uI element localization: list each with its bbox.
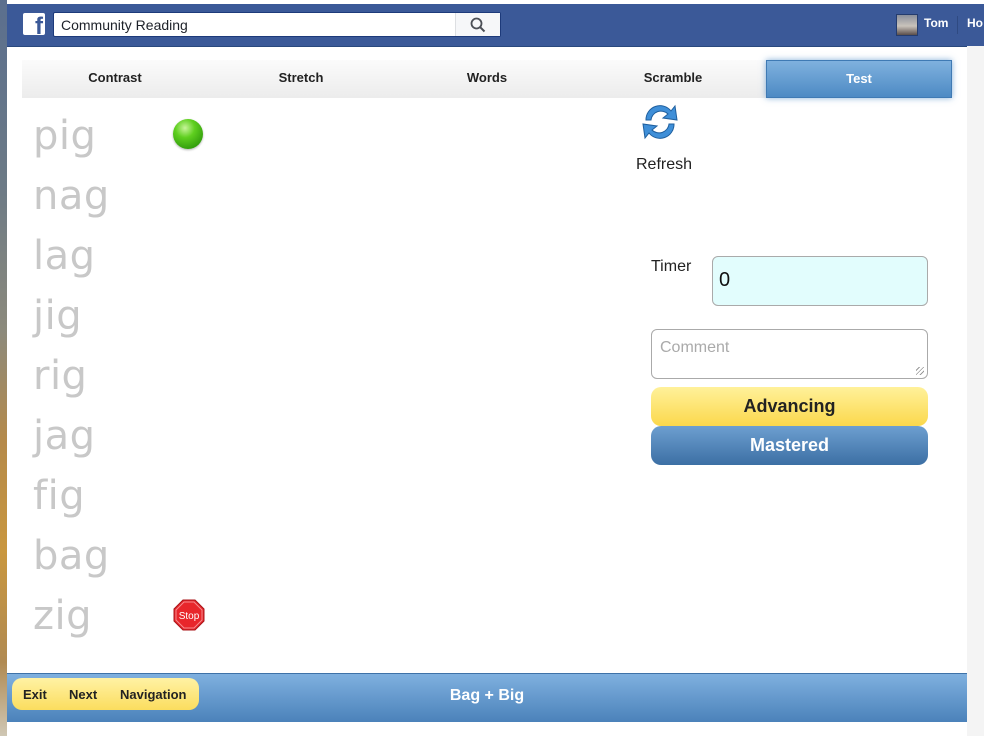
facebook-header: f Community Reading Tom Ho bbox=[7, 4, 984, 47]
stop-label: Stop bbox=[179, 611, 200, 622]
lesson-title: Bag + Big bbox=[449, 687, 525, 704]
tab-stretch[interactable]: Stretch bbox=[208, 60, 394, 98]
desktop-edge bbox=[0, 0, 7, 736]
resize-grip-icon[interactable] bbox=[916, 367, 924, 375]
comment-placeholder: Comment bbox=[660, 339, 730, 356]
refresh-label[interactable]: Refresh bbox=[636, 156, 692, 174]
timer-field[interactable]: 0 bbox=[712, 256, 928, 306]
avatar[interactable] bbox=[896, 14, 918, 36]
comment-field[interactable]: Comment bbox=[651, 329, 928, 379]
refresh-icon[interactable] bbox=[638, 100, 682, 144]
tab-test[interactable]: Test bbox=[766, 60, 952, 98]
word-item[interactable]: fig bbox=[33, 473, 85, 519]
green-circle-icon bbox=[173, 119, 203, 149]
profile-link[interactable]: Tom bbox=[924, 16, 948, 30]
facebook-logo-icon[interactable]: f bbox=[23, 13, 45, 35]
search-box[interactable]: Community Reading bbox=[53, 12, 501, 37]
word-item[interactable]: jag bbox=[33, 413, 96, 459]
search-button[interactable] bbox=[455, 13, 500, 36]
timer-label: Timer bbox=[651, 258, 692, 275]
word-item[interactable]: pig bbox=[33, 113, 96, 159]
mode-tabs: Contrast Stretch Words Scramble Test bbox=[22, 60, 952, 98]
home-link[interactable]: Ho bbox=[967, 16, 983, 30]
word-item[interactable]: jig bbox=[33, 293, 82, 339]
word-item[interactable]: bag bbox=[33, 533, 110, 579]
search-input[interactable]: Community Reading bbox=[61, 17, 188, 33]
page-margin bbox=[967, 46, 984, 736]
mastered-button[interactable]: Mastered bbox=[651, 426, 928, 465]
tab-contrast[interactable]: Contrast bbox=[22, 60, 208, 98]
search-icon bbox=[470, 17, 486, 33]
word-item[interactable]: zig bbox=[33, 593, 92, 639]
tab-words[interactable]: Words bbox=[394, 60, 580, 98]
footer-bar: Exit Next Navigation Bag + Big bbox=[7, 673, 967, 722]
word-item[interactable]: lag bbox=[33, 233, 96, 279]
stop-sign-icon: Stop bbox=[173, 599, 205, 631]
tab-scramble[interactable]: Scramble bbox=[580, 60, 766, 98]
word-item[interactable]: rig bbox=[33, 353, 87, 399]
word-item[interactable]: nag bbox=[33, 173, 110, 219]
advancing-button[interactable]: Advancing bbox=[651, 387, 928, 426]
divider bbox=[957, 16, 958, 34]
